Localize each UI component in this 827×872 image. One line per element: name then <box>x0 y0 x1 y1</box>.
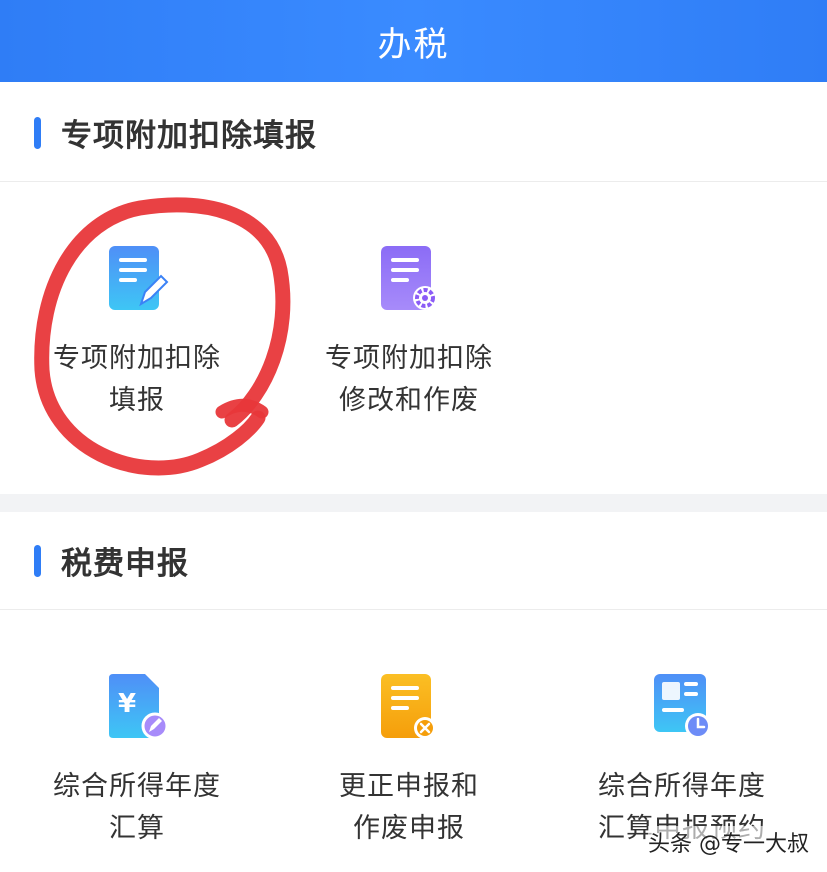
tile-label-line2: 汇算 <box>109 813 165 844</box>
tile-correction-cancel[interactable]: 更正申报和 作废申报 <box>279 672 539 850</box>
section-accent-bar <box>34 544 41 577</box>
tile-label-line2: 修改和作废 <box>339 385 479 416</box>
tile-special-deduction-fill[interactable]: 专项附加扣除 填报 <box>7 244 267 422</box>
section-title: 税费申报 <box>61 546 189 582</box>
tile-annual-settlement[interactable]: ¥ 综合所得年度 汇算 <box>7 672 267 850</box>
tile-label-line1: 更正申报和 <box>339 771 479 802</box>
section-header-tax-filing: 税费申报 <box>0 512 827 610</box>
tile-label-line1: 专项附加扣除 <box>325 343 493 374</box>
yuan-document-icon: ¥ <box>109 674 169 740</box>
tile-label-line1: 综合所得年度 <box>598 771 766 802</box>
tile-label-line1: 综合所得年度 <box>53 771 221 802</box>
section-accent-bar <box>34 116 41 149</box>
document-settings-icon <box>381 246 437 310</box>
watermark: 头条 @专一大叔 <box>648 826 809 858</box>
tile-label-line2: 填报 <box>109 385 165 416</box>
tile-special-deduction-modify[interactable]: 专项附加扣除 修改和作废 <box>279 244 539 422</box>
section-divider <box>0 494 827 512</box>
section-header-special-deduction: 专项附加扣除填报 <box>0 84 827 182</box>
top-bar: 办税 <box>0 0 827 82</box>
page-title: 办税 <box>377 24 450 65</box>
tile-annual-appointment[interactable]: 综合所得年度 汇算申报预约 <box>552 672 812 850</box>
section-title: 专项附加扣除填报 <box>61 118 317 154</box>
calendar-clock-icon <box>654 674 711 739</box>
document-edit-icon <box>109 246 169 310</box>
tile-label-line1: 专项附加扣除 <box>53 343 221 374</box>
svg-text:¥: ¥ <box>118 689 136 719</box>
tile-label-line2: 作废申报 <box>353 813 465 844</box>
document-cancel-icon <box>381 674 436 739</box>
